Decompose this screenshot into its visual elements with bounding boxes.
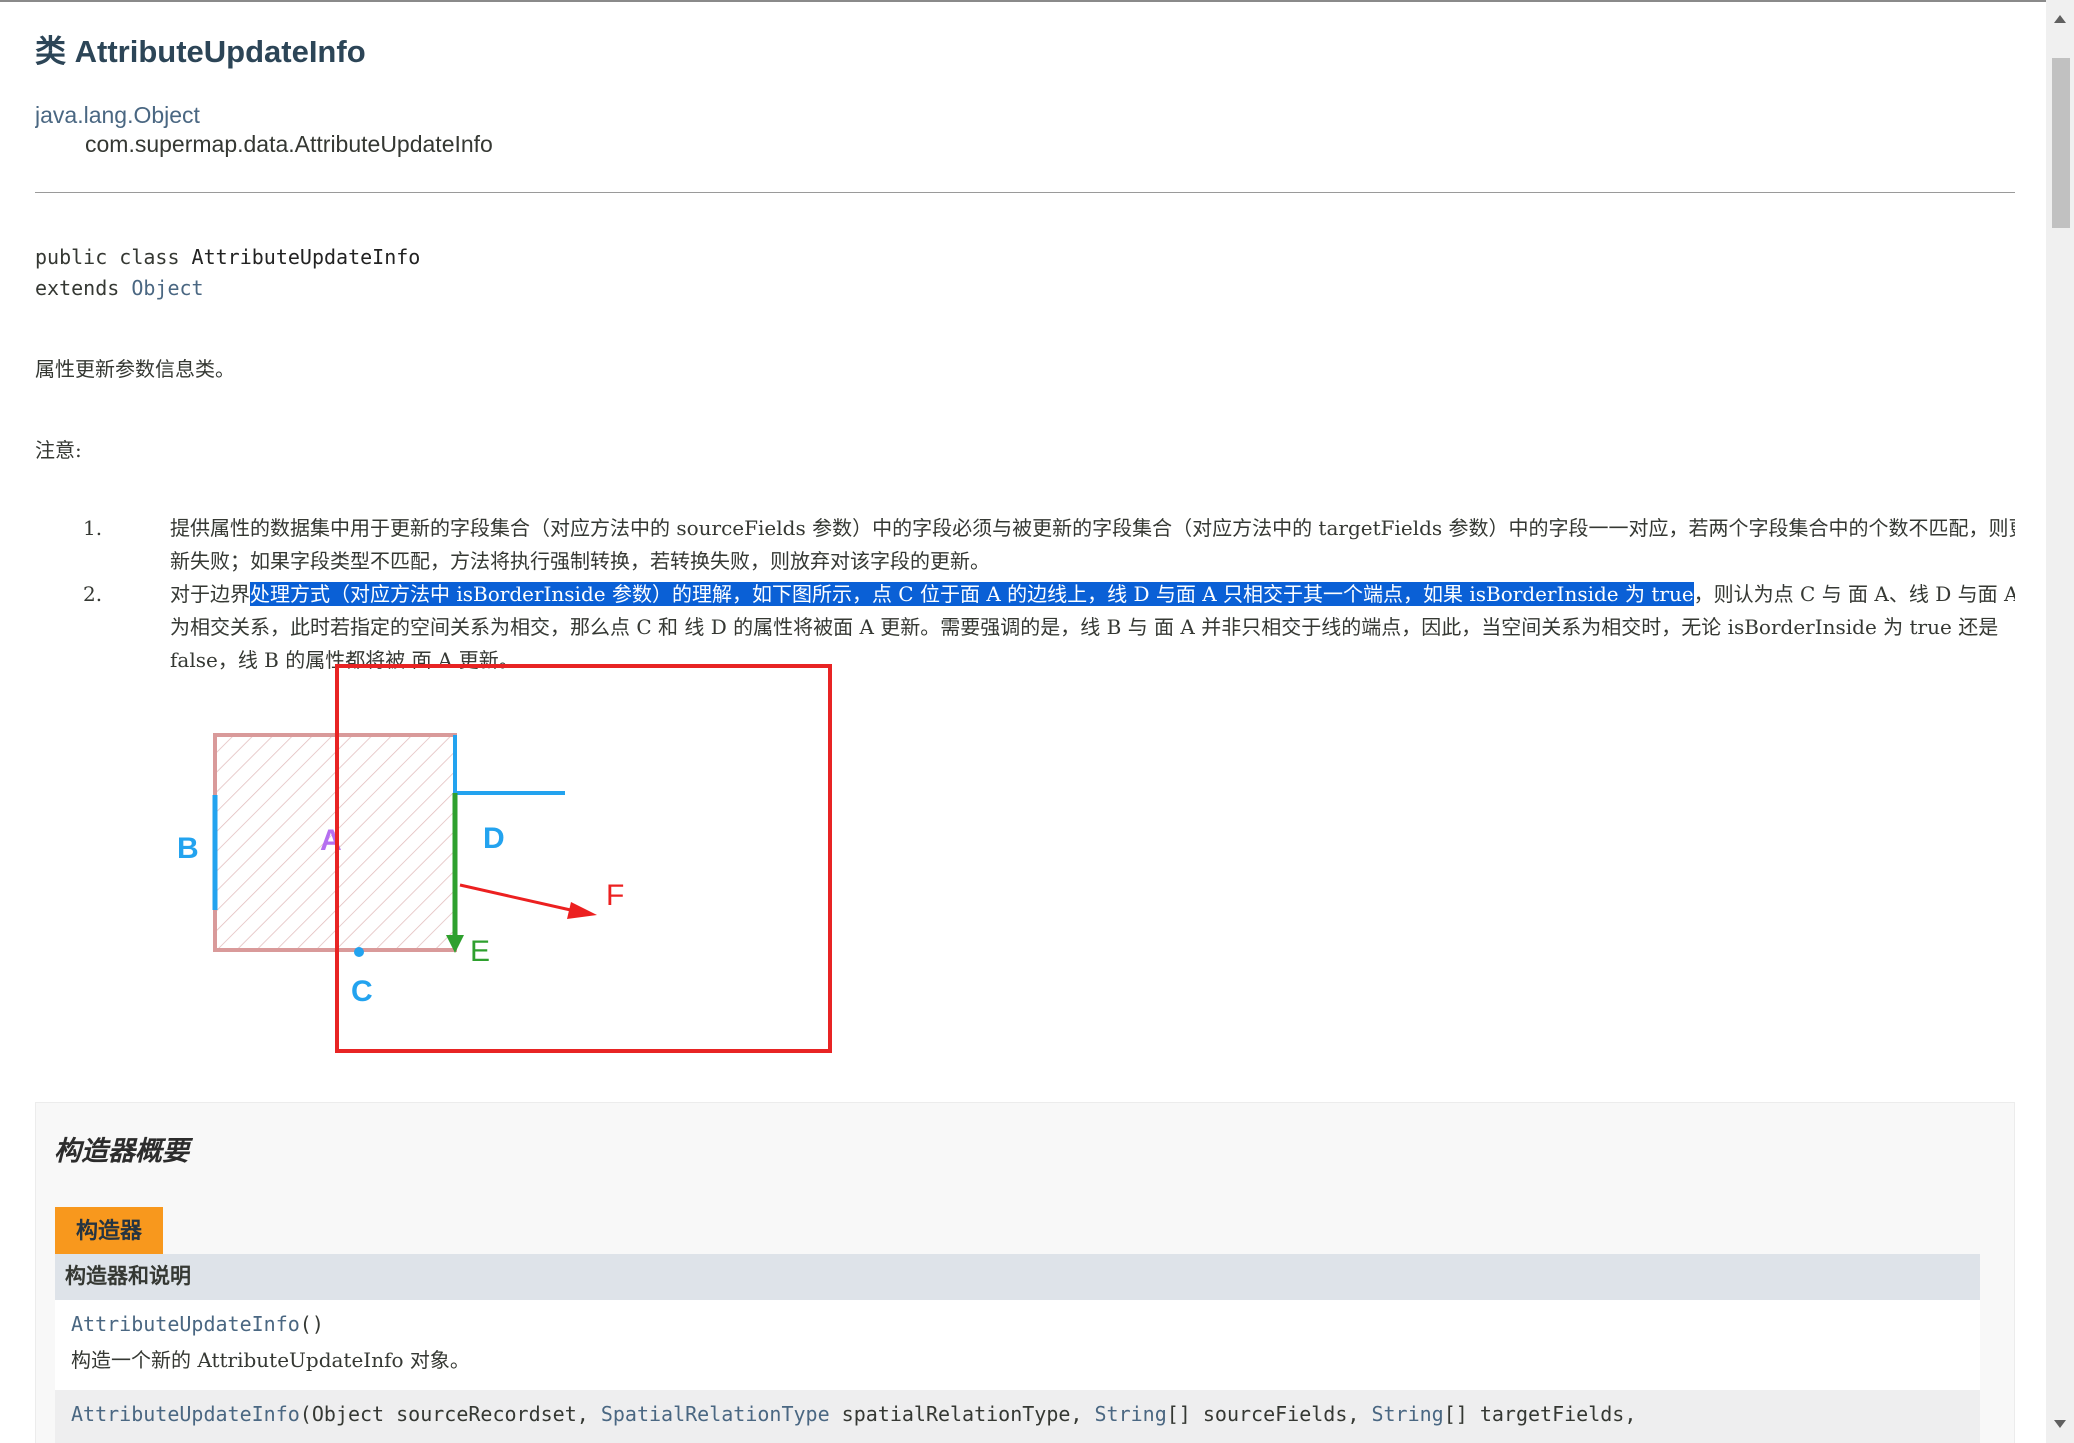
list-item-number: 2.: [83, 582, 103, 606]
section-divider: [35, 192, 2015, 193]
triangle-up-icon[interactable]: [2046, 8, 2074, 30]
constructor-params: (): [299, 1312, 324, 1336]
constructor-link[interactable]: AttributeUpdateInfo: [71, 1312, 300, 1336]
scrollbar-thumb[interactable]: [2052, 58, 2070, 228]
constructor-summary-title: 构造器概要: [54, 1136, 189, 1166]
border-inside-diagram: A B C D E F: [177, 664, 832, 1053]
param-type-string-link[interactable]: String: [1371, 1402, 1443, 1426]
point-c-shape: [354, 947, 364, 957]
constructor-summary: 构造器概要 构造器 构造器和说明 AttributeUpdateInfo() 构…: [35, 1102, 2015, 1443]
vertical-scrollbar[interactable]: [2046, 0, 2074, 1443]
list-item-text: 提供属性的数据集中用于更新的字段集合（对应方法中的 sourceFields 参…: [170, 516, 2015, 573]
inheritance-current-class: com.supermap.data.AttributeUpdateInfo: [85, 131, 493, 157]
extends-declaration: extends Object: [35, 276, 204, 300]
constructor-signature: AttributeUpdateInfo(Object sourceRecords…: [71, 1402, 1964, 1426]
constructor-table-header: 构造器和说明: [55, 1254, 1980, 1300]
declaration-modifiers: public class: [35, 245, 192, 269]
constructor-table: 构造器和说明 AttributeUpdateInfo() 构造一个新的 Attr…: [55, 1254, 1980, 1443]
note-label: 注意:: [35, 438, 82, 462]
selected-text-highlight[interactable]: 处理方式（对应方法中 isBorderInside 参数）的理解，如下图所示，点…: [250, 582, 1694, 606]
declaration-class-name: AttributeUpdateInfo: [191, 245, 421, 269]
list-item-number: 1.: [83, 516, 103, 540]
constructor-link[interactable]: AttributeUpdateInfo: [71, 1402, 300, 1426]
label-e: E: [470, 935, 490, 968]
class-declaration: public class AttributeUpdateInfo: [35, 245, 420, 269]
arrow-f-head: [567, 902, 597, 919]
inheritance-parent-link[interactable]: java.lang.Object: [35, 102, 200, 129]
params-open: (: [299, 1402, 312, 1426]
class-description: 属性更新参数信息类。: [35, 357, 235, 381]
param-name: [] sourceFields,: [1166, 1402, 1372, 1426]
param-type-string-link[interactable]: String: [1095, 1402, 1167, 1426]
javadoc-content: 类 AttributeUpdateInfo java.lang.Object c…: [35, 0, 2015, 1443]
label-f: F: [606, 879, 624, 912]
notes-list: 1. 提供属性的数据集中用于更新的字段集合（对应方法中的 sourceField…: [83, 512, 2015, 677]
arrow-f-shape: [459, 883, 576, 913]
page-title: 类 AttributeUpdateInfo: [35, 34, 366, 69]
constructor-signature: AttributeUpdateInfo(): [71, 1312, 1964, 1336]
extends-keyword: extends: [35, 276, 132, 300]
table-row: AttributeUpdateInfo(Object sourceRecords…: [55, 1390, 1980, 1443]
label-b: B: [177, 832, 199, 865]
constructor-description: 构造一个新的 AttributeUpdateInfo 对象。: [71, 1348, 470, 1372]
param-name: spatialRelationType,: [829, 1402, 1095, 1426]
list-item: 1. 提供属性的数据集中用于更新的字段集合（对应方法中的 sourceField…: [83, 512, 2015, 578]
triangle-down-icon[interactable]: [2046, 1413, 2074, 1435]
param-name: [] targetFields,: [1443, 1402, 1637, 1426]
tab-constructors[interactable]: 构造器: [55, 1207, 163, 1254]
label-c: C: [351, 975, 373, 1008]
table-row: AttributeUpdateInfo() 构造一个新的 AttributeUp…: [55, 1300, 1980, 1390]
line-d-shape: [453, 735, 565, 795]
label-d: D: [483, 822, 505, 855]
param-name: sourceRecordset,: [384, 1402, 601, 1426]
list-item-text-before: 对于边界: [170, 582, 250, 606]
param-type-spatialrelationtype-link[interactable]: SpatialRelationType: [601, 1402, 830, 1426]
extends-object-link[interactable]: Object: [131, 276, 203, 300]
param-type-object: Object: [311, 1402, 385, 1426]
